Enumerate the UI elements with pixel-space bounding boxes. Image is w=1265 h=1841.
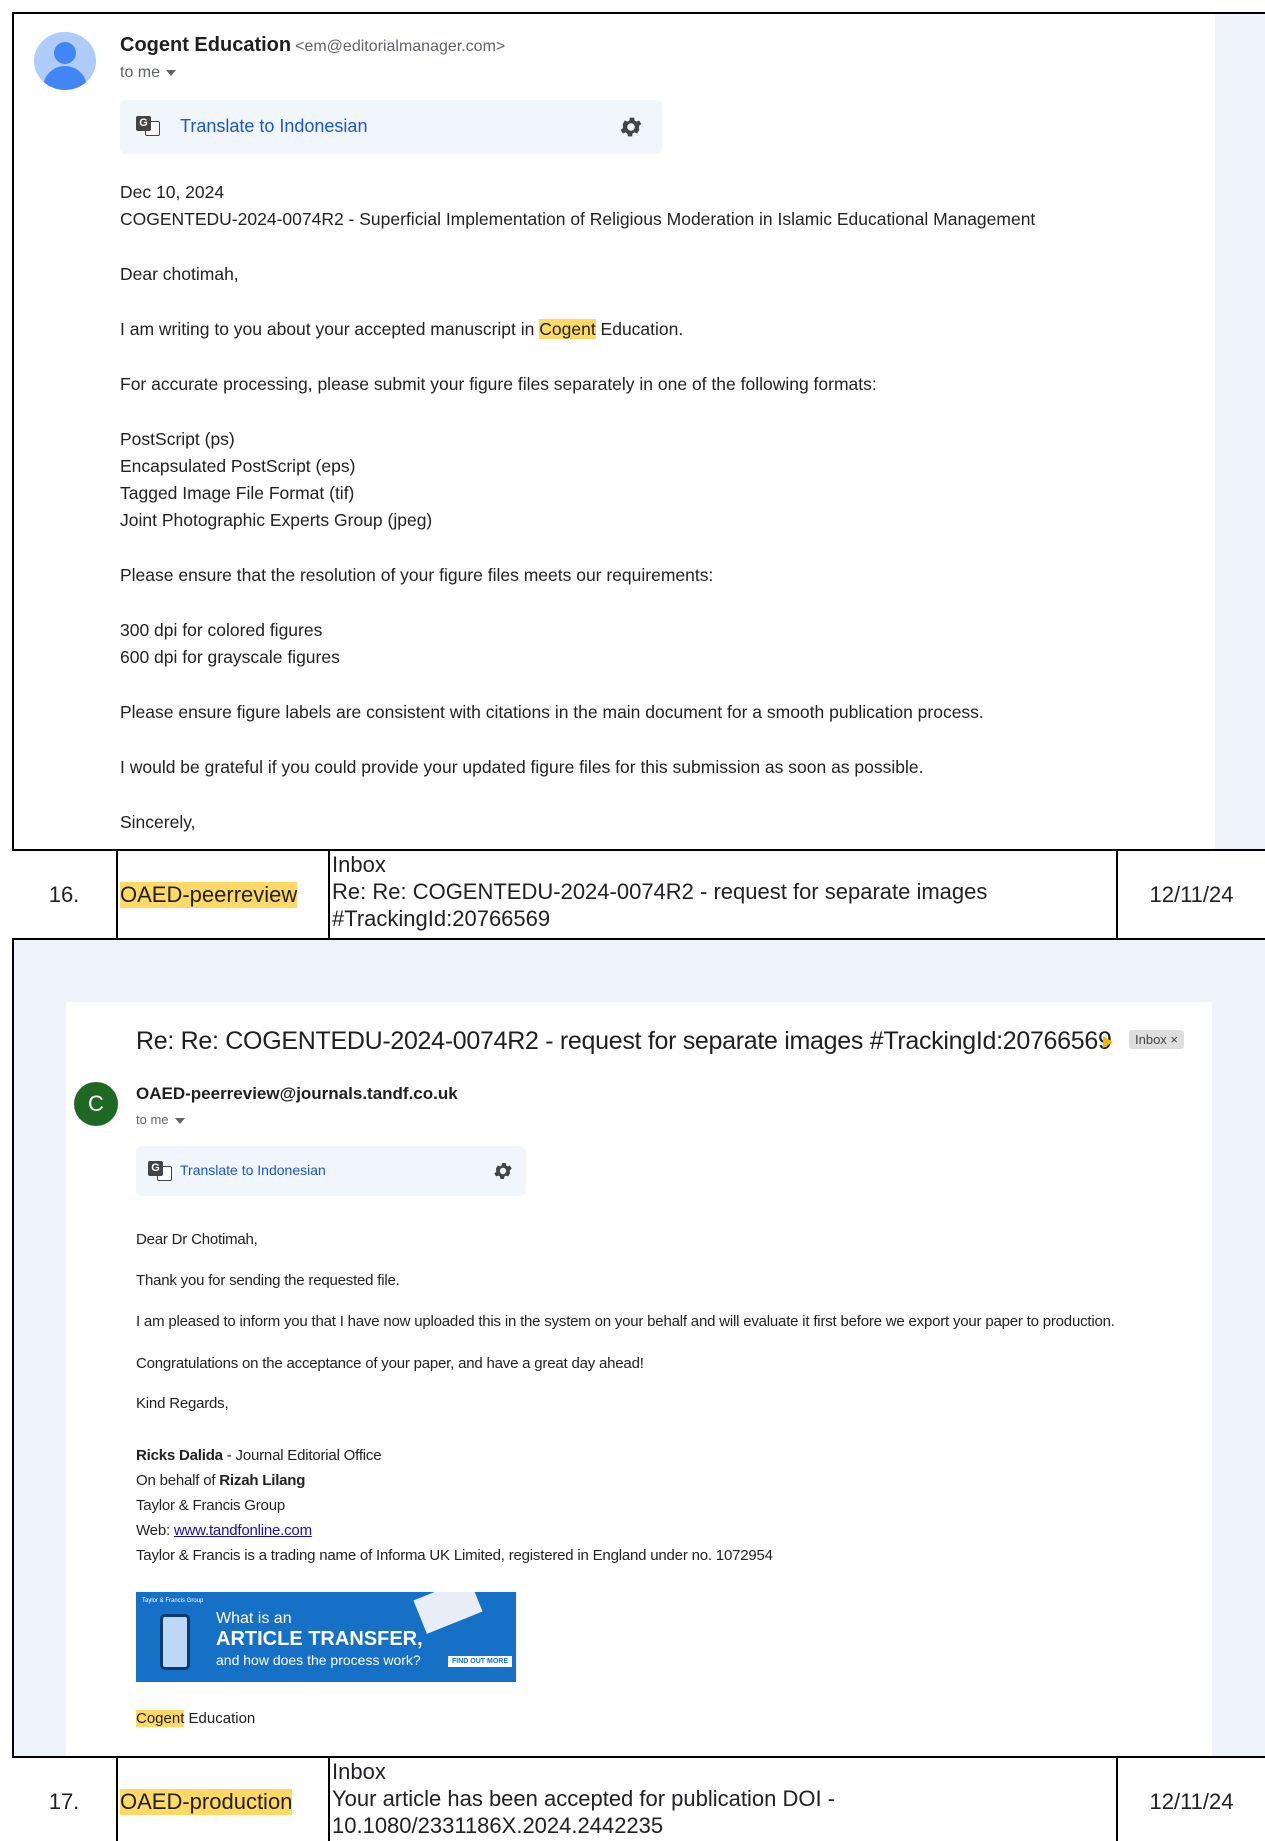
translate-bar: G Translate to Indonesian bbox=[136, 1146, 526, 1196]
search-highlight: Cogent bbox=[539, 319, 596, 339]
greeting: Dear Dr Chotimah, bbox=[136, 1231, 258, 1248]
paragraph: I would be grateful if you could provide… bbox=[120, 757, 924, 777]
format-item: Encapsulated PostScript (eps) bbox=[120, 456, 356, 476]
background-strip bbox=[1215, 14, 1265, 849]
paragraph: Congratulations on the acceptance of you… bbox=[136, 1355, 644, 1372]
format-item: PostScript (ps) bbox=[120, 429, 235, 449]
sender-avatar[interactable] bbox=[34, 32, 96, 90]
gear-icon[interactable] bbox=[492, 1160, 514, 1182]
translate-icon: G bbox=[136, 116, 160, 136]
screenshot-panel: Re: Re: COGENTEDU-2024-0074R2 - request … bbox=[14, 940, 1265, 1758]
sig-name: Ricks Dalida bbox=[136, 1447, 223, 1464]
translate-link[interactable]: Translate to Indonesian bbox=[180, 1162, 326, 1178]
sig-legal: Taylor & Francis is a trading name of In… bbox=[136, 1547, 773, 1564]
email-body: Dec 10, 2024 COGENTEDU-2024-0074R2 - Sup… bbox=[120, 179, 1035, 836]
format-item: Tagged Image File Format (tif) bbox=[120, 483, 355, 503]
row-date: 12/11/24 bbox=[1149, 1789, 1234, 1814]
article-transfer-banner[interactable]: Taylor & Francis Group What is an ARTICL… bbox=[136, 1592, 516, 1682]
row-subject: Inbox Your article has been accepted for… bbox=[330, 1758, 1118, 1841]
chevron-down-icon bbox=[174, 1117, 185, 1124]
table-row: 17. OAED-production Inbox Your article h… bbox=[12, 1756, 1265, 1841]
row-sender: OAED-peerreview bbox=[118, 851, 330, 938]
row-date: 12/11/24 bbox=[1149, 881, 1234, 907]
website-link[interactable]: www.tandfonline.com bbox=[174, 1522, 312, 1539]
translate-bar: G Translate to Indonesian bbox=[120, 100, 662, 154]
to-me-label: to me bbox=[120, 64, 161, 81]
find-out-more-button[interactable]: FIND OUT MORE bbox=[448, 1656, 512, 1667]
tandf-logo: Taylor & Francis Group bbox=[142, 1598, 204, 1604]
banner-line-3: and how does the process work? bbox=[216, 1652, 421, 1668]
email-date: Dec 10, 2024 bbox=[120, 182, 225, 202]
paragraph: For accurate processing, please submit y… bbox=[120, 374, 877, 394]
paragraph: Please ensure figure labels are consiste… bbox=[120, 702, 984, 722]
greeting: Dear chotimah, bbox=[120, 264, 239, 284]
format-item: Joint Photographic Experts Group (jpeg) bbox=[120, 510, 433, 530]
inbox-label-chip[interactable]: Inbox × bbox=[1129, 1030, 1185, 1049]
row-number: 17. bbox=[12, 1758, 118, 1841]
gear-icon[interactable] bbox=[618, 114, 644, 140]
sig-behalf-name: Rizah Lilang bbox=[219, 1472, 306, 1489]
recipient-toggle[interactable]: to me bbox=[136, 1112, 185, 1127]
sender-email: <em@editorialmanager.com> bbox=[295, 38, 506, 55]
row-folder: Inbox bbox=[332, 852, 386, 877]
email-message-1: Cogent Education <em@editorialmanager.com… bbox=[14, 14, 1215, 849]
footer-text: Cogent Education bbox=[136, 1710, 256, 1727]
recipient-toggle[interactable]: to me bbox=[120, 64, 177, 82]
row-subject-text: Your article has been accepted for publi… bbox=[332, 1786, 836, 1838]
banner-line-2: ARTICLE TRANSFER, bbox=[216, 1628, 423, 1650]
chevron-down-icon bbox=[166, 69, 177, 76]
row-number: 16. bbox=[12, 851, 118, 938]
row-folder: Inbox bbox=[332, 1759, 386, 1784]
row-subject-text: Re: Re: COGENTEDU-2024-0074R2 - request … bbox=[332, 879, 988, 931]
to-me-label: to me bbox=[136, 1112, 169, 1127]
row-sender: OAED-production bbox=[118, 1758, 330, 1841]
email-message-2: Re: Re: COGENTEDU-2024-0074R2 - request … bbox=[66, 1002, 1212, 1758]
phone-illustration-icon bbox=[160, 1614, 190, 1670]
table-row: 16. OAED-peerreview Inbox Re: Re: COGENT… bbox=[12, 849, 1265, 940]
resolution-item: 600 dpi for grayscale figures bbox=[120, 647, 340, 667]
importance-marker-icon[interactable] bbox=[1103, 1036, 1115, 1048]
paragraph: Please ensure that the resolution of you… bbox=[120, 565, 714, 585]
email-subject-line: COGENTEDU-2024-0074R2 - Superficial Impl… bbox=[120, 209, 1036, 229]
translate-icon: G bbox=[148, 1161, 172, 1181]
paragraph: Thank you for sending the requested file… bbox=[136, 1272, 400, 1289]
resolution-item: 300 dpi for colored figures bbox=[120, 620, 323, 640]
sender-line: Cogent Education <em@editorialmanager.com… bbox=[120, 34, 505, 57]
sender-name[interactable]: Cogent Education bbox=[120, 34, 291, 56]
sender-email[interactable]: OAED-peerreview@journals.tandf.co.uk bbox=[136, 1084, 458, 1104]
search-highlight: Cogent bbox=[136, 1710, 185, 1727]
sig-company: Taylor & Francis Group bbox=[136, 1497, 285, 1514]
translate-link[interactable]: Translate to Indonesian bbox=[180, 116, 367, 137]
banner-line-1: What is an bbox=[216, 1610, 292, 1627]
row-subject: Inbox Re: Re: COGENTEDU-2024-0074R2 - re… bbox=[330, 851, 1118, 938]
signature: Ricks Dalida - Journal Editorial Office … bbox=[136, 1443, 773, 1568]
paragraph: I am writing to you about your accepted … bbox=[120, 319, 684, 339]
email-subject: Re: Re: COGENTEDU-2024-0074R2 - request … bbox=[136, 1027, 1112, 1055]
avatar-body bbox=[43, 66, 87, 90]
papers-illustration-icon bbox=[413, 1592, 483, 1634]
closing: Sincerely, bbox=[120, 812, 196, 832]
avatar-head bbox=[54, 42, 76, 64]
paragraph: I am pleased to inform you that I have n… bbox=[136, 1313, 1115, 1330]
sender-avatar[interactable]: C bbox=[74, 1082, 118, 1126]
regards: Kind Regards, bbox=[136, 1395, 229, 1412]
